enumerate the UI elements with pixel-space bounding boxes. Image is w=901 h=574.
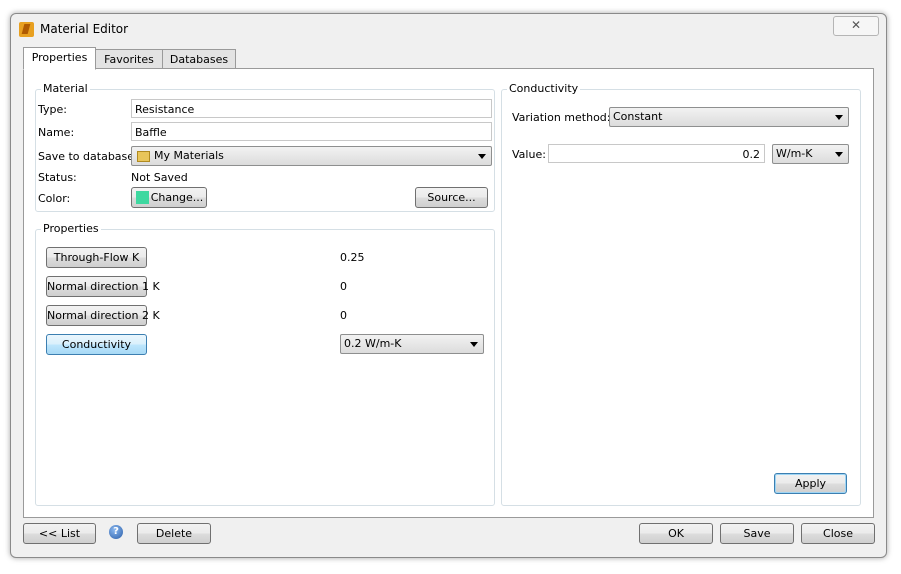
apply-button[interactable]: Apply [774,473,847,494]
name-field[interactable]: Baffle [131,122,492,141]
save-to-database-label: Save to database: [38,150,138,163]
properties-group-title: Properties [41,222,101,235]
conductivity-value-select[interactable]: 0.2 W/m-K [340,334,484,354]
through-flow-k-value: 0.25 [340,251,365,264]
value-label: Value: [512,148,546,161]
chevron-down-icon [835,152,843,157]
close-button[interactable]: Close [801,523,875,544]
chevron-down-icon [470,342,478,347]
value-field[interactable]: 0.2 [548,144,765,163]
save-button[interactable]: Save [720,523,794,544]
normal-direction-1-k-button[interactable]: Normal direction 1 K [46,276,160,297]
change-color-button[interactable]: Change... [131,187,207,208]
type-field[interactable]: Resistance [131,99,492,118]
material-group-title: Material [41,82,90,95]
chevron-down-icon [478,154,486,159]
color-label: Color: [38,192,71,205]
help-icon[interactable]: ? [109,525,123,539]
chevron-down-icon [835,115,843,120]
name-label: Name: [38,126,75,139]
save-to-database-select[interactable]: My Materials [131,146,492,166]
delete-button[interactable]: Delete [137,523,211,544]
variation-method-select[interactable]: Constant [609,107,849,127]
window-title: Material Editor [40,22,129,36]
status-label: Status: [38,171,77,184]
unit-select[interactable]: W/m-K [772,144,849,164]
conductivity-value: 0.2 W/m-K [344,337,402,350]
normal-direction-2-k-button[interactable]: Normal direction 2 K [46,305,160,326]
list-button[interactable]: << List [23,523,96,544]
conductivity-button[interactable]: Conductivity [46,334,147,355]
properties-tab-panel: Material Type: Resistance Name: Baffle S… [23,68,874,518]
tab-databases[interactable]: Databases [162,49,236,70]
conductivity-group: Conductivity Variation method: Constant … [501,82,861,506]
color-swatch [136,191,149,204]
change-color-label: Change... [150,191,204,204]
ok-button[interactable]: OK [639,523,713,544]
normal-direction-2-k-value: 0 [340,309,347,322]
conductivity-group-title: Conductivity [507,82,581,95]
material-group: Material Type: Resistance Name: Baffle S… [35,82,495,212]
status-value: Not Saved [131,171,188,184]
title-bar: Material Editor ✕ [11,14,886,44]
properties-group: Properties Through-Flow K 0.25 Normal di… [35,222,495,506]
folder-icon [137,151,150,162]
through-flow-k-button[interactable]: Through-Flow K [46,247,147,268]
normal-direction-1-k-value: 0 [340,280,347,293]
variation-method-value: Constant [613,110,663,123]
material-editor-window: Material Editor ✕ Properties Favorites D… [10,13,887,558]
tab-favorites[interactable]: Favorites [95,49,163,70]
app-logo-icon [19,22,34,37]
source-button[interactable]: Source... [415,187,488,208]
tab-properties[interactable]: Properties [23,47,96,70]
window-close-button[interactable]: ✕ [833,16,879,36]
unit-value: W/m-K [776,147,813,160]
type-label: Type: [38,103,67,116]
save-to-database-value: My Materials [154,149,224,162]
variation-method-label: Variation method: [512,111,611,124]
